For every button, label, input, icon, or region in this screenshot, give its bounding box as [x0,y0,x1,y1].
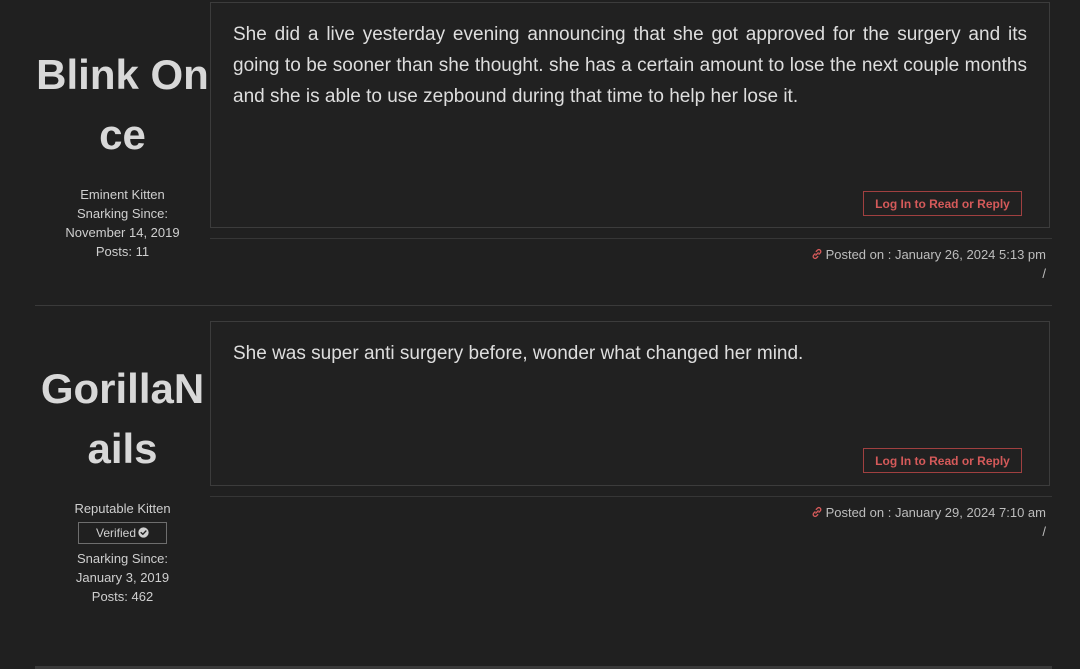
check-circle-icon [138,527,149,538]
login-to-reply-button[interactable]: Log In to Read or Reply [863,191,1022,216]
link-icon [812,248,821,260]
forum-thread: Blink Once Eminent Kitten Snarking Since… [0,0,1080,669]
author-name[interactable]: GorillaNails [35,359,210,479]
post-author: Blink Once Eminent Kitten Snarking Since… [35,45,210,261]
posted-on-text: Posted on : January 29, 2024 7:10 am [825,505,1046,520]
link-icon [812,506,821,518]
posted-on[interactable]: Posted on : January 26, 2024 5:13 pm [210,245,1052,264]
post-text: She was super anti surgery before, wonde… [233,343,804,364]
posted-on-text: Posted on : January 26, 2024 5:13 pm [825,247,1046,262]
snarking-since-label: Snarking Since: [76,551,169,566]
post-body-box: She did a live yesterday evening announc… [210,2,1050,228]
post-count: Posts: 11 [95,244,150,259]
post-footer: Posted on : January 26, 2024 5:13 pm / [210,238,1052,283]
snarking-since-label: Snarking Since: [76,206,169,221]
posted-on[interactable]: Posted on : January 29, 2024 7:10 am [210,503,1052,522]
post-body-box: She was super anti surgery before, wonde… [210,321,1050,486]
forum-post: GorillaNails Reputable Kitten Verified S… [35,305,1052,667]
post-footer: Posted on : January 29, 2024 7:10 am / [210,496,1052,541]
post-count: Posts: 462 [91,589,154,604]
author-rank: Eminent Kitten [80,187,165,202]
verified-badge: Verified [78,522,167,544]
author-meta: Reputable Kitten Verified Snarking Since… [35,499,210,606]
author-meta: Eminent Kitten Snarking Since: November … [35,185,210,261]
snarking-since-date: January 3, 2019 [75,570,170,585]
post-separator: / [1042,524,1046,539]
post-author: GorillaNails Reputable Kitten Verified S… [35,359,210,606]
author-rank: Reputable Kitten [74,501,171,516]
login-to-reply-button[interactable]: Log In to Read or Reply [863,448,1022,473]
post-text: She did a live yesterday evening announc… [233,24,1027,107]
post-separator: / [1042,266,1046,281]
forum-post: Blink Once Eminent Kitten Snarking Since… [35,0,1052,305]
verified-label: Verified [95,526,137,540]
snarking-since-date: November 14, 2019 [65,225,180,240]
author-name[interactable]: Blink Once [35,45,210,165]
